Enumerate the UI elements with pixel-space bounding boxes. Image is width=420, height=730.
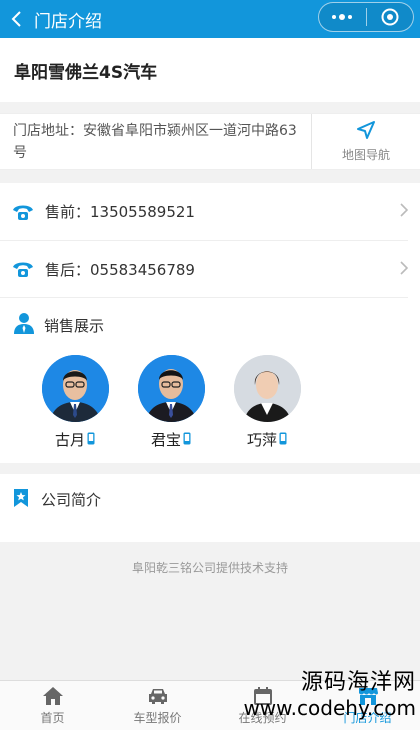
bottom-tab-bar: 首页 车型报价 在线预约 门店介绍 <box>0 680 420 730</box>
home-icon <box>42 686 63 705</box>
tab-label: 在线预约 <box>238 710 287 725</box>
contact-card: 售前：13505589521 售后：05583456789 销售展示 古月 君宝… <box>0 183 420 463</box>
car-icon <box>148 688 167 704</box>
company-intro-title: 公司简介 <box>41 491 102 509</box>
top-bar: 门店介绍 <box>0 0 420 38</box>
store-address: 门店地址：安徽省阜阳市颍州区一道河中路63号 <box>0 114 312 169</box>
more-menu-button[interactable] <box>319 14 366 20</box>
close-mini-program-button[interactable] <box>367 7 414 27</box>
tab-label: 门店介绍 <box>343 710 392 725</box>
salesperson-name: 巧萍 <box>246 431 277 449</box>
tab-car-prices[interactable]: 车型报价 <box>105 681 210 730</box>
telephone-icon <box>12 201 38 223</box>
mobile-phone-icon[interactable] <box>183 431 191 449</box>
salesperson-card[interactable]: 巧萍 <box>219 352 315 463</box>
page-title: 门店介绍 <box>34 11 102 32</box>
tab-online-booking[interactable]: 在线预约 <box>210 681 315 730</box>
company-intro-row[interactable]: 公司简介 <box>0 474 420 542</box>
more-dot-icon <box>348 15 353 19</box>
mini-program-capsule <box>318 2 414 32</box>
calendar-icon <box>253 686 272 705</box>
tab-label: 首页 <box>40 710 65 725</box>
tab-store-intro[interactable]: 门店介绍 <box>315 681 420 730</box>
store-name: 阜阳雪佛兰4S汽车 <box>0 38 420 102</box>
presale-phone: 售前：13505589521 <box>45 203 195 221</box>
chevron-left-icon <box>11 11 21 27</box>
sales-staff-list: 古月 君宝 巧萍 <box>0 352 420 463</box>
salesperson-name-row: 巧萍 <box>247 429 287 450</box>
mobile-phone-icon[interactable] <box>87 431 95 449</box>
sales-section-header: 销售展示 <box>0 297 408 352</box>
salesperson-name-row: 君宝 <box>151 429 191 450</box>
map-navigation-label: 地图导航 <box>341 148 390 162</box>
salesperson-name-row: 古月 <box>55 429 95 450</box>
tech-support-text: 阜阳乾三铭公司提供技术支持 <box>131 561 288 575</box>
salesperson-name: 君宝 <box>150 431 181 449</box>
presale-phone-row[interactable]: 售前：13505589521 <box>0 183 409 240</box>
chevron-right-icon <box>400 202 409 221</box>
target-icon <box>381 8 399 26</box>
more-dot-icon <box>339 14 346 20</box>
chevron-right-icon <box>400 260 409 279</box>
salesperson-card[interactable]: 古月 <box>27 352 123 463</box>
tab-home[interactable]: 首页 <box>0 681 105 730</box>
back-button[interactable] <box>0 0 34 38</box>
avatar <box>233 355 301 422</box>
salesperson-icon <box>12 311 36 339</box>
map-navigation-button[interactable]: 地图导航 <box>312 114 420 169</box>
navigation-arrow-icon <box>357 121 375 139</box>
avatar <box>137 355 205 422</box>
store-icon <box>358 687 378 705</box>
mobile-phone-icon[interactable] <box>279 431 287 449</box>
salesperson-card[interactable]: 君宝 <box>123 352 219 463</box>
aftersale-phone: 售后：05583456789 <box>45 260 195 279</box>
sales-section-title: 销售展示 <box>44 316 105 335</box>
telephone-icon <box>12 258 38 280</box>
address-section: 门店地址：安徽省阜阳市颍州区一道河中路63号 地图导航 <box>0 113 420 170</box>
tab-label: 车型报价 <box>133 710 182 725</box>
salesperson-name: 古月 <box>54 431 85 449</box>
bookmark-icon <box>11 488 31 512</box>
avatar <box>41 355 109 422</box>
more-dot-icon <box>332 15 337 19</box>
aftersale-phone-row[interactable]: 售后：05583456789 <box>0 240 409 297</box>
